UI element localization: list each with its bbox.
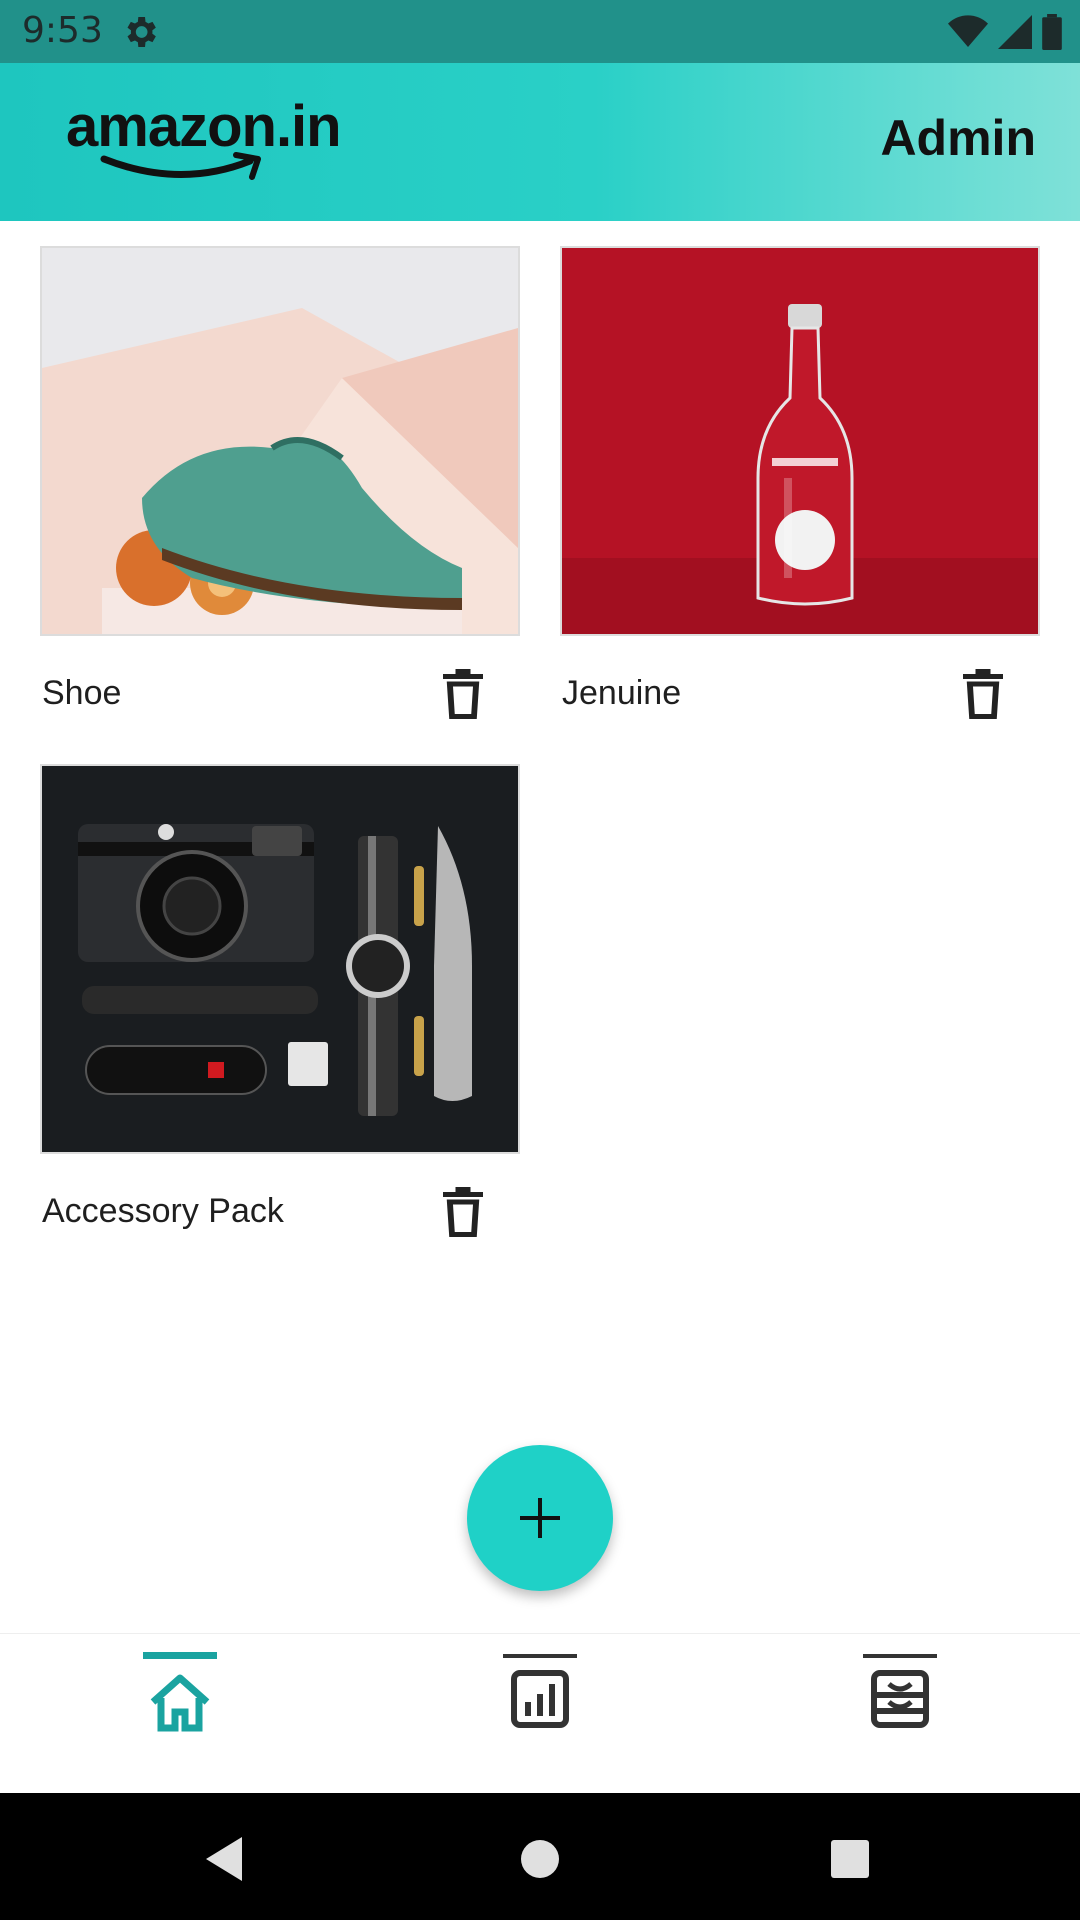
recents-button[interactable] — [810, 1819, 890, 1899]
amazon-logo: amazon.in — [66, 93, 342, 193]
accessories-photo — [42, 766, 518, 1152]
trash-icon — [443, 669, 483, 719]
bottle-photo — [562, 248, 1038, 634]
add-product-button[interactable] — [467, 1445, 613, 1591]
delete-button[interactable] — [433, 1182, 493, 1242]
back-button[interactable] — [184, 1819, 264, 1899]
circle-home-icon — [521, 1840, 559, 1878]
shoe-photo — [42, 248, 518, 634]
nav-inbox[interactable] — [825, 1634, 985, 1794]
product-image[interactable] — [40, 764, 520, 1154]
app-bar: amazon.in Admin — [0, 63, 1080, 221]
product-image[interactable] — [40, 246, 520, 636]
product-name: Accessory Pack — [42, 1192, 284, 1230]
nav-home[interactable] — [105, 1634, 265, 1794]
product-name: Shoe — [42, 674, 122, 712]
active-indicator — [143, 1652, 217, 1659]
analytics-icon — [511, 1670, 569, 1728]
signal-icon — [998, 15, 1032, 49]
page-title: Admin — [880, 110, 1036, 166]
tab-indicator — [503, 1654, 577, 1658]
status-time: 9:53 — [22, 10, 103, 51]
battery-icon — [1042, 14, 1062, 50]
wifi-icon — [948, 15, 988, 47]
delete-button[interactable] — [433, 664, 493, 724]
status-bar: 9:53 — [0, 0, 1080, 63]
product-name: Jenuine — [562, 674, 682, 712]
product-card[interactable]: Accessory Pack — [40, 764, 520, 1237]
trash-icon — [963, 669, 1003, 719]
gear-icon — [127, 17, 156, 47]
back-icon — [206, 1837, 242, 1881]
delete-button[interactable] — [953, 664, 1013, 724]
system-navigation-bar — [0, 1793, 1080, 1920]
product-image[interactable] — [560, 246, 1040, 636]
logo-text: amazon.in — [66, 94, 342, 159]
plus-icon — [520, 1498, 560, 1538]
square-recents-icon — [831, 1840, 869, 1878]
product-card[interactable]: Shoe — [40, 246, 520, 719]
tab-indicator — [863, 1654, 937, 1658]
home-system-button[interactable] — [500, 1819, 580, 1899]
inbox-icon — [871, 1670, 929, 1728]
home-icon — [150, 1674, 210, 1732]
smile-arrow-icon — [100, 152, 261, 180]
nav-analytics[interactable] — [465, 1634, 625, 1794]
product-card[interactable]: Jenuine — [560, 246, 1040, 719]
bottom-navigation — [0, 1633, 1080, 1794]
trash-icon — [443, 1187, 483, 1237]
